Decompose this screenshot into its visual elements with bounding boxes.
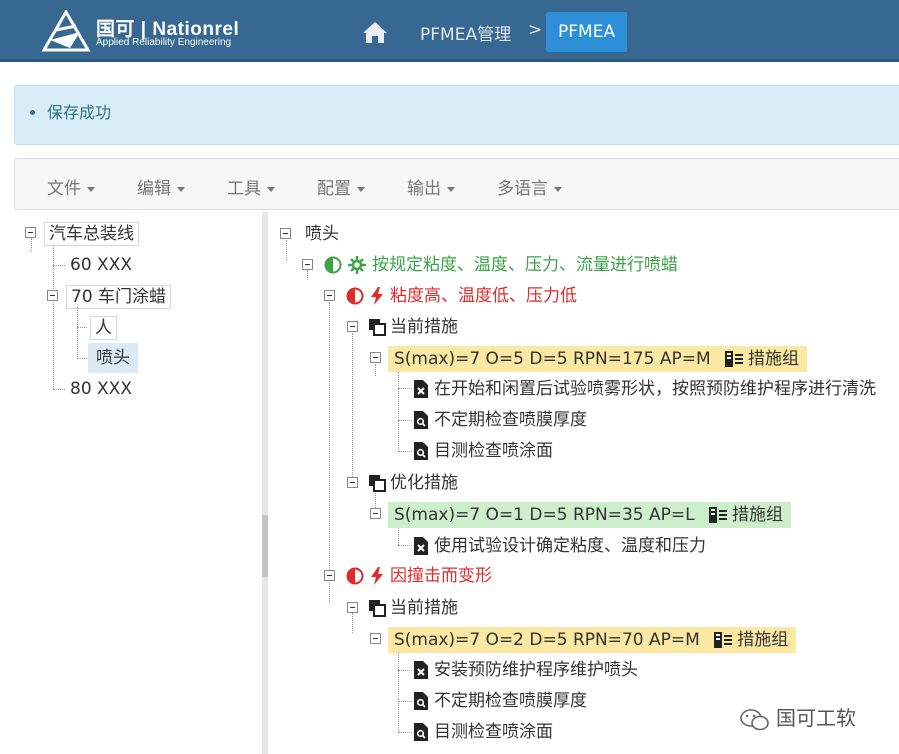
collapse-toggle-icon[interactable] [324, 570, 335, 581]
tree-node-rpn-3[interactable]: S(max)=7 O=2 D=5 RPN=70 AP=M 措施组 [388, 627, 797, 653]
home-icon[interactable] [362, 20, 388, 44]
tree-node-nozzle-root[interactable]: 喷头 [305, 223, 339, 245]
clone-icon [369, 475, 386, 492]
logo-subtitle: Applied Reliability Engineering [96, 37, 232, 48]
tree-node-action-film-thickness-2[interactable]: 不定期检查喷膜厚度 [414, 690, 587, 712]
logo-mark-icon [41, 10, 91, 52]
collapse-toggle-icon[interactable] [347, 602, 358, 613]
alert-message: 保存成功 [47, 99, 111, 123]
file-x-icon [414, 537, 428, 555]
breadcrumb-current[interactable]: PFMEA [546, 12, 628, 52]
wechat-icon [740, 708, 769, 730]
breadcrumb-separator: > [528, 20, 543, 40]
caret-down-icon [554, 186, 562, 192]
wechat-watermark: 国可工软 [740, 702, 856, 732]
collapse-toggle-icon[interactable] [47, 290, 58, 301]
menu-config[interactable]: 配置 [317, 174, 365, 199]
collapse-toggle-icon[interactable] [370, 508, 381, 519]
menu-bar: 文件 编辑 工具 配置 输出 多语言 [14, 158, 899, 210]
caret-down-icon [357, 186, 365, 192]
half-circle-failure-icon [346, 287, 364, 305]
tree-node-action-film-thickness[interactable]: 不定期检查喷膜厚度 [414, 409, 587, 431]
tree-node-failure-cause-1[interactable]: 粘度高、温度低、压力低 [346, 285, 577, 307]
menu-language[interactable]: 多语言 [497, 174, 562, 199]
file-search-icon [414, 723, 428, 741]
menu-output[interactable]: 输出 [407, 174, 455, 199]
tree-node-rpn-1[interactable]: S(max)=7 O=5 D=5 RPN=175 AP=M 措施组 [388, 346, 808, 372]
gear-icon [348, 256, 366, 274]
file-x-icon [414, 661, 428, 679]
tree-node-action-doe[interactable]: 使用试验设计确定粘度、温度和压力 [414, 535, 706, 557]
tree-node-action-install-pm[interactable]: 安装预防维护程序维护喷头 [414, 659, 638, 681]
caret-down-icon [267, 186, 275, 192]
tree-node-assembly-line[interactable]: 汽车总装线 [44, 222, 139, 246]
pane-splitter[interactable] [262, 212, 268, 754]
collapse-toggle-icon[interactable] [370, 633, 381, 644]
tree-node-current-measures-1[interactable]: 当前措施 [368, 316, 458, 338]
caret-down-icon [87, 186, 95, 192]
caret-down-icon [447, 186, 455, 192]
collapse-toggle-icon[interactable] [347, 321, 358, 332]
measure-group-icon [709, 507, 728, 523]
collapse-toggle-icon[interactable] [280, 228, 291, 239]
collapse-toggle-icon[interactable] [302, 259, 313, 270]
collapse-toggle-icon[interactable] [324, 290, 335, 301]
tree-node-optimize-measures[interactable]: 优化措施 [368, 472, 458, 494]
clone-icon [369, 319, 386, 336]
half-circle-failure-icon [346, 567, 364, 585]
menu-tools[interactable]: 工具 [227, 174, 275, 199]
splitter-handle[interactable] [262, 515, 268, 577]
menu-edit[interactable]: 编辑 [137, 174, 185, 199]
tree-node-current-measures-2[interactable]: 当前措施 [368, 597, 458, 619]
caret-down-icon [177, 186, 185, 192]
lightning-icon [371, 287, 383, 305]
tree-node-60[interactable]: 60 XXX [70, 254, 132, 276]
half-circle-function-icon [324, 256, 342, 274]
file-search-icon [414, 692, 428, 710]
tree-node-person[interactable]: 人 [90, 316, 117, 340]
file-search-icon [414, 442, 428, 460]
tree-node-failure-cause-2[interactable]: 因撞击而变形 [346, 565, 492, 587]
tree-node-action-visual-check-2[interactable]: 目测检查喷涂面 [414, 721, 553, 743]
top-navbar: 国可 | Nationrel Applied Reliability Engin… [0, 0, 899, 62]
measure-group-icon [725, 351, 744, 367]
collapse-toggle-icon[interactable] [370, 352, 381, 363]
tree-node-70-door-waxing[interactable]: 70 车门涂蜡 [66, 285, 172, 309]
tree-node-rpn-2[interactable]: S(max)=7 O=1 D=5 RPN=35 AP=L 措施组 [388, 502, 792, 528]
tree-node-action-visual-check[interactable]: 目测检查喷涂面 [414, 440, 553, 462]
menu-file[interactable]: 文件 [47, 174, 95, 199]
file-x-icon [414, 380, 428, 398]
clone-icon [369, 600, 386, 617]
measure-group-icon [714, 632, 733, 648]
tree-node-nozzle-selected[interactable]: 喷头 [88, 343, 138, 373]
tree-node-function[interactable]: 按规定粘度、温度、压力、流量进行喷蜡 [324, 254, 678, 276]
success-alert: 保存成功 [14, 85, 899, 145]
lightning-icon [371, 567, 383, 585]
tree-node-action-spray-test[interactable]: 在开始和闲置后试验喷雾形状，按照预防维护程序进行清洗 [414, 378, 876, 400]
collapse-toggle-icon[interactable] [347, 477, 358, 488]
tree-node-80[interactable]: 80 XXX [70, 378, 132, 400]
file-search-icon [414, 411, 428, 429]
company-logo[interactable]: 国可 | Nationrel Applied Reliability Engin… [40, 10, 240, 54]
collapse-toggle-icon[interactable] [25, 227, 36, 238]
breadcrumb-pfmea-management[interactable]: PFMEA管理 [420, 20, 511, 45]
